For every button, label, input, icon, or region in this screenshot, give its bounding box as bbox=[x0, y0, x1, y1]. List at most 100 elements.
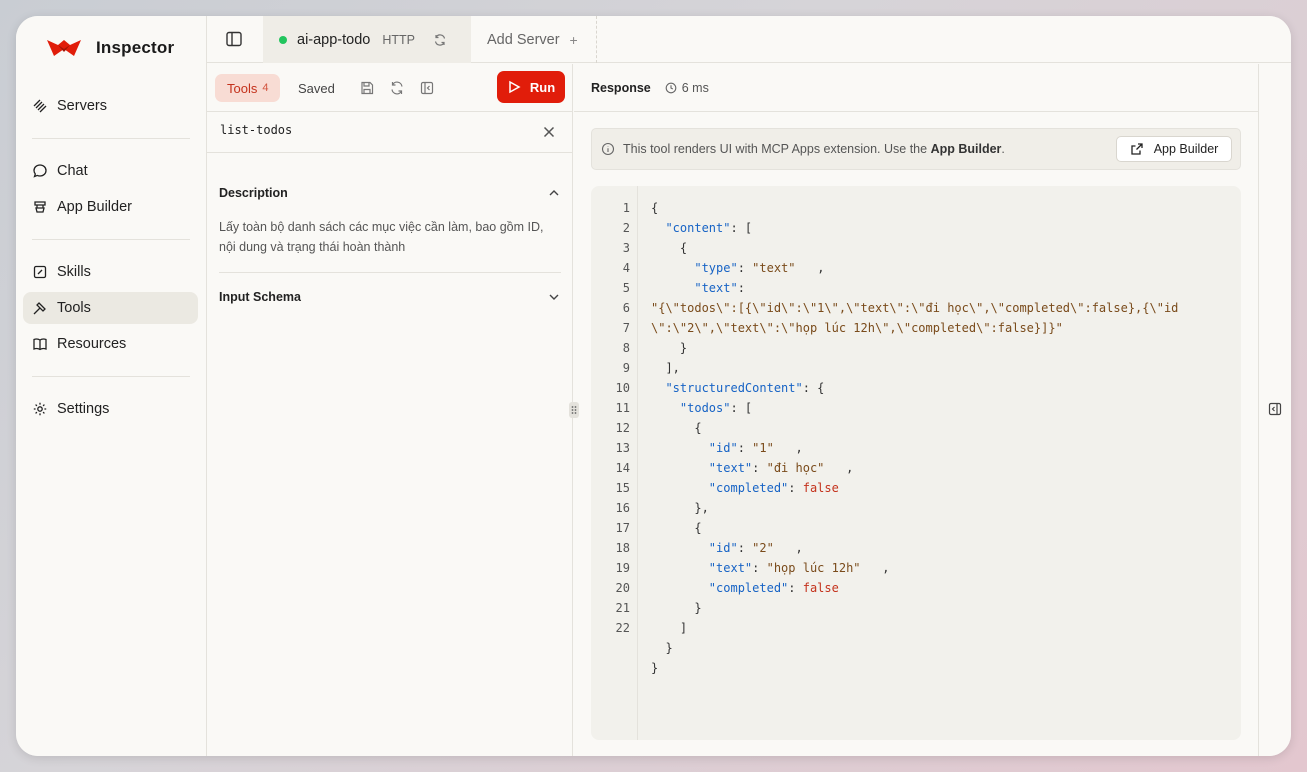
line-content: "completed": false bbox=[708, 481, 839, 495]
line-content: "type": "text" , bbox=[694, 261, 825, 275]
line-content: }, bbox=[651, 501, 709, 515]
line-content: "id": "1" , bbox=[708, 441, 803, 455]
tab-saved-label: Saved bbox=[298, 80, 335, 96]
code-line: } bbox=[591, 658, 1241, 678]
run-button[interactable]: Run bbox=[497, 71, 565, 103]
external-link-icon bbox=[1131, 143, 1143, 155]
line-number: 12 bbox=[615, 421, 630, 435]
line-number: 18 bbox=[615, 541, 630, 555]
code-line: 15 "completed": false bbox=[591, 478, 1241, 498]
gear-icon bbox=[33, 402, 47, 416]
line-number: 20 bbox=[615, 581, 630, 595]
server-tab[interactable]: ai-app-todo HTTP bbox=[263, 16, 471, 63]
sidebar-item-label: Servers bbox=[57, 98, 107, 114]
code-line: 20 "completed": false bbox=[591, 578, 1241, 598]
sidebar-item-chat[interactable]: Chat bbox=[23, 155, 198, 187]
info-text: This tool renders UI with MCP Apps exten… bbox=[623, 142, 1005, 156]
line-number bbox=[591, 658, 630, 678]
chevron-down-icon bbox=[549, 294, 559, 300]
sidebar-item-resources[interactable]: Resources bbox=[23, 328, 198, 360]
brand[interactable]: Inspector bbox=[46, 36, 174, 60]
json-code: 1{2 "content": [3 {4 "type": "text" ,5 "… bbox=[591, 198, 1241, 678]
line-content: "text": "đi học" , bbox=[708, 461, 854, 475]
line-number: 8 bbox=[622, 341, 630, 355]
line-number: 5 bbox=[622, 281, 630, 295]
code-line: 2 "content": [ bbox=[591, 218, 1241, 238]
tab-tools-label: Tools bbox=[227, 80, 258, 96]
line-content: } bbox=[651, 641, 673, 655]
code-line: 14 "text": "đi học" , bbox=[591, 458, 1241, 478]
info-text-main: This tool renders UI with MCP Apps exten… bbox=[623, 142, 931, 156]
code-line: 12 { bbox=[591, 418, 1241, 438]
sidebar-item-label: App Builder bbox=[57, 199, 132, 215]
code-line: 21 } bbox=[591, 598, 1241, 618]
skills-icon bbox=[33, 265, 47, 279]
sidebar-item-settings[interactable]: Settings bbox=[23, 393, 198, 425]
sidebar-toggle-icon[interactable] bbox=[224, 29, 244, 49]
input-schema-header[interactable]: Input Schema bbox=[219, 290, 561, 304]
input-schema-title: Input Schema bbox=[219, 290, 301, 304]
response-time: 6 ms bbox=[665, 81, 709, 95]
line-number: 11 bbox=[615, 401, 630, 415]
line-content: { bbox=[651, 421, 702, 435]
chat-icon bbox=[33, 164, 47, 178]
sidebar-item-servers[interactable]: Servers bbox=[23, 90, 198, 122]
line-number: 19 bbox=[615, 561, 630, 575]
line-number bbox=[591, 638, 630, 658]
save-icon[interactable] bbox=[359, 80, 375, 96]
refresh-icon[interactable] bbox=[433, 33, 447, 47]
line-content: } bbox=[651, 661, 659, 675]
line-content: "text": bbox=[694, 281, 745, 295]
tab-saved[interactable]: Saved bbox=[298, 74, 335, 102]
tool-panel: Tools 4 Saved Run list-todos Description bbox=[207, 64, 573, 756]
panel-collapse-icon[interactable] bbox=[419, 80, 435, 96]
line-content: "content": [ bbox=[665, 221, 753, 235]
code-line: 17 { bbox=[591, 518, 1241, 538]
line-content: "completed": false bbox=[708, 581, 839, 595]
info-link: App Builder bbox=[930, 142, 1002, 156]
sidebar-item-label: Chat bbox=[57, 163, 88, 179]
divider bbox=[32, 138, 190, 139]
line-number: 21 bbox=[615, 601, 630, 615]
line-number: 16 bbox=[615, 501, 630, 515]
open-app-builder-button[interactable]: App Builder bbox=[1116, 136, 1232, 162]
code-line: } bbox=[591, 638, 1241, 658]
tab-tools[interactable]: Tools 4 bbox=[215, 74, 281, 102]
close-icon[interactable] bbox=[542, 125, 556, 139]
add-server-button[interactable]: Add Server + bbox=[471, 16, 597, 63]
code-line: 9 ], bbox=[591, 358, 1241, 378]
line-number: 7 bbox=[622, 321, 630, 335]
sidebar-item-label: Tools bbox=[57, 300, 91, 316]
line-number: 13 bbox=[615, 441, 630, 455]
sidebar-item-tools[interactable]: Tools bbox=[23, 292, 198, 324]
sidebar-item-app-builder[interactable]: App Builder bbox=[23, 191, 198, 223]
selected-tool-row: list-todos bbox=[207, 112, 572, 153]
divider bbox=[32, 376, 190, 377]
response-json-viewer[interactable]: 1{2 "content": [3 {4 "type": "text" ,5 "… bbox=[591, 186, 1241, 740]
sidebar: Inspector Servers Chat App Builder Skill bbox=[16, 16, 207, 756]
book-icon bbox=[33, 338, 47, 351]
line-content: \":\"2\",\"text\":\"họp lúc 12h\",\"comp… bbox=[651, 321, 1063, 335]
right-side-strip bbox=[1258, 64, 1291, 756]
line-content: { bbox=[651, 521, 702, 535]
line-content: } bbox=[651, 341, 688, 355]
response-time-value: 6 ms bbox=[681, 80, 709, 95]
response-header: Response 6 ms bbox=[574, 64, 1258, 112]
line-content: "{\"todos\":[{\"id\":\"1\",\"text\":\"đi… bbox=[651, 301, 1179, 315]
line-number: 22 bbox=[615, 621, 630, 635]
inspector-logo-icon bbox=[47, 40, 81, 56]
code-line: 1{ bbox=[591, 198, 1241, 218]
line-number: 9 bbox=[622, 361, 630, 375]
refresh-icon[interactable] bbox=[389, 80, 405, 96]
code-line: 18 "id": "2" , bbox=[591, 538, 1241, 558]
sidebar-item-skills[interactable]: Skills bbox=[23, 256, 198, 288]
tools-count-badge: 4 bbox=[262, 82, 269, 94]
add-server-label: Add Server bbox=[487, 31, 560, 48]
line-content: "text": "họp lúc 12h" , bbox=[708, 561, 890, 575]
line-content: "todos": [ bbox=[679, 401, 753, 415]
nav-group-chat: Chat App Builder bbox=[23, 155, 198, 223]
description-header[interactable]: Description bbox=[219, 186, 561, 200]
run-label: Run bbox=[529, 79, 556, 95]
panel-expand-icon[interactable] bbox=[1268, 402, 1282, 416]
response-title: Response bbox=[591, 80, 651, 95]
